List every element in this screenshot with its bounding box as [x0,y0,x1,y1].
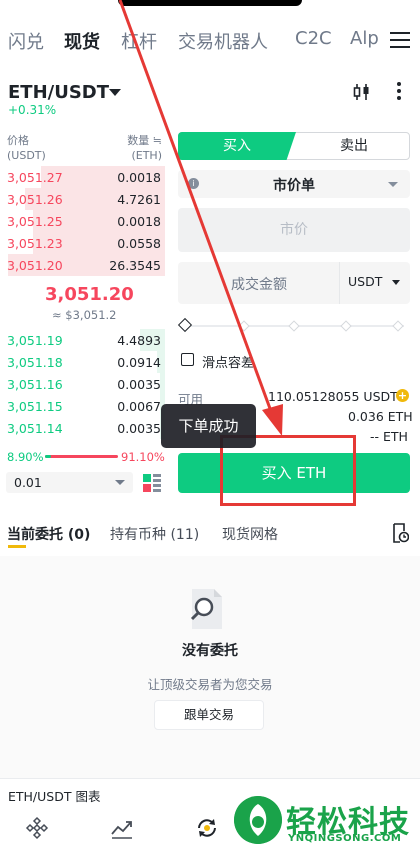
bid-price: 3,051.14 [7,421,63,436]
bid-qty: 0.0035 [117,377,161,392]
add-funds-icon[interactable]: + [396,389,409,402]
markets-icon[interactable] [110,816,134,840]
bid-row[interactable]: 3,051.14 0.0035 [0,417,165,439]
ask-row[interactable]: 3,051.25 0.0018 [0,210,165,232]
ask-price: 3,051.25 [7,214,63,229]
bid-price: 3,051.15 [7,399,63,414]
bid-price: 3,051.16 [7,377,63,392]
active-tab-indicator [8,545,26,548]
tab-sell[interactable]: 卖出 [298,132,410,160]
amount-unit-select[interactable]: USDT [348,274,382,289]
bid-qty: 0.0914 [117,355,161,370]
fee-amount: -- ETH [370,429,408,444]
chart-link-label: ETH/USDT 图表 [8,789,101,804]
tab-spot-grid[interactable]: 现货网格 [222,524,278,544]
watermark-logo-icon [234,796,282,844]
orders-tabs: 当前委托 (0) 持有币种 (11) 现货网格 [0,524,420,544]
empty-subtitle: 让顶级交易者为您交易 [147,677,273,692]
ask-qty: 26.3545 [109,258,161,273]
top-nav: 闪兑 现货 杠杆 交易机器人 C2C Alp [0,28,420,60]
bid-ratio: 8.90% [7,450,44,464]
bid-qty: 4.4893 [117,333,161,348]
ask-qty: 0.0018 [117,170,161,185]
tab-c2c[interactable]: C2C [295,28,332,49]
amount-input[interactable]: 成交金额 USDT [178,262,410,304]
bid-price: 3,051.18 [7,355,63,370]
ask-row[interactable]: 3,051.26 4.7261 [0,188,165,210]
tab-spot[interactable]: 现货 [64,28,100,54]
bid-qty: 0.0067 [117,399,161,414]
bid-ask-ratio-bar [45,455,118,458]
phone-notch [118,0,302,6]
pair-title[interactable]: ETH/USDT [8,82,109,103]
bid-row[interactable]: 3,051.15 0.0067 [0,395,165,417]
ask-ratio: 91.10% [121,450,165,464]
tab-flash-swap[interactable]: 闪兑 [8,28,44,54]
tab-alpha[interactable]: Alp [350,28,379,49]
empty-document-icon [190,589,222,629]
ask-row[interactable]: 3,051.27 0.0018 [0,166,165,188]
more-vertical-icon[interactable] [397,82,403,102]
watermark-url: YNQINGSONG.COM [288,833,402,844]
last-price: 3,051.20 [45,284,134,305]
bid-row[interactable]: 3,051.19 4.4893 [0,329,165,351]
price-input[interactable]: 市价 [178,208,410,252]
tab-holdings[interactable]: 持有币种 (11) [110,524,199,544]
available-balance: 110.05128055 USDT [268,389,398,404]
success-toast: 下单成功 [161,404,256,448]
caret-down-icon [115,480,125,485]
orderbook-price-header: 价格 (USDT) [7,134,46,162]
tab-open-orders[interactable]: 当前委托 (0) [7,524,90,544]
order-history-icon[interactable] [391,523,409,543]
copy-trading-button[interactable]: 跟单交易 [154,700,264,730]
caret-down-icon [388,182,398,187]
bid-qty: 0.0035 [117,421,161,436]
ask-price: 3,051.26 [7,192,63,207]
ask-row[interactable]: 3,051.23 0.0558 [0,232,165,254]
ask-price: 3,051.23 [7,236,63,251]
candlestick-chart-icon[interactable] [352,82,372,102]
bid-row[interactable]: 3,051.16 0.0035 [0,373,165,395]
last-price-usd: ≈ $3,051.2 [52,308,117,322]
home-logo-icon[interactable] [25,816,49,840]
ask-price: 3,051.27 [7,170,63,185]
checkbox[interactable] [181,353,194,366]
caret-down-icon[interactable] [109,89,121,96]
ask-row[interactable]: 3,051.20 26.3545 [0,254,165,276]
slider-handle[interactable] [177,317,193,333]
empty-title: 没有委托 [182,643,238,659]
bid-row[interactable]: 3,051.18 0.0914 [0,351,165,373]
tab-buy[interactable]: 买入 [178,132,296,160]
amount-slider[interactable] [177,316,410,336]
order-type-select[interactable]: i 市价单 [178,170,410,198]
ask-qty: 0.0018 [117,214,161,229]
trade-icon[interactable] [195,816,219,840]
hamburger-icon[interactable] [390,32,410,50]
slippage-label: 滑点容差 [202,356,255,371]
orderbook-layout-icon[interactable] [142,473,162,493]
ask-price: 3,051.20 [7,258,63,273]
caret-down-icon [392,280,400,285]
orderbook-qty-header[interactable]: 数量 ≒ (ETH) [122,133,162,163]
depth-precision-select[interactable]: 0.01 [6,472,133,493]
tab-trading-bots[interactable]: 交易机器人 [178,28,268,54]
bid-price: 3,051.19 [7,333,63,348]
ask-qty: 0.0558 [117,236,161,251]
price-change: +0.31% [8,103,57,117]
tab-margin[interactable]: 杠杆 [121,28,157,54]
max-buy-amount: 0.036 ETH [348,409,413,424]
ask-qty: 4.7261 [117,192,161,207]
